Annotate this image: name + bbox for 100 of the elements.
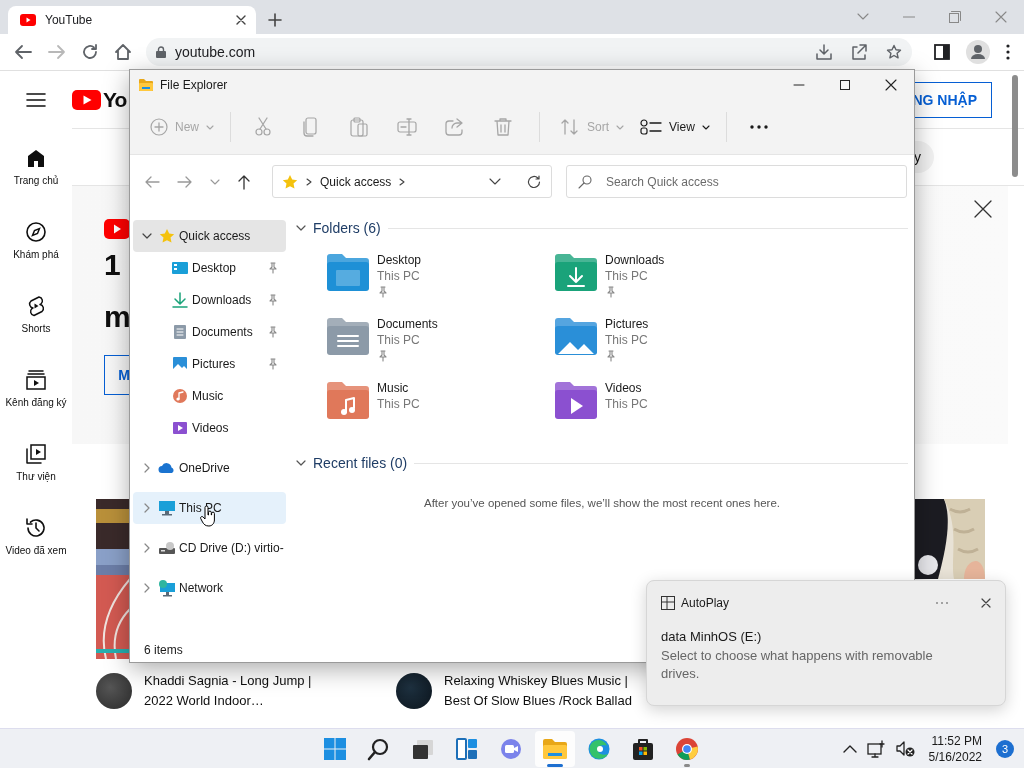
menu-icon[interactable] <box>1006 44 1010 60</box>
library-icon <box>24 442 48 466</box>
nav-item[interactable]: Pictures <box>133 348 286 380</box>
close-icon[interactable] <box>974 200 992 218</box>
network-icon <box>158 579 176 597</box>
nav-item[interactable]: Videos <box>133 412 286 444</box>
close-icon[interactable] <box>236 15 246 25</box>
clock-date[interactable]: 5/16/2022 <box>928 748 982 765</box>
lock-icon <box>156 46 166 58</box>
scrollbar[interactable] <box>1012 75 1018 177</box>
folder-icon <box>554 316 598 356</box>
banner-heading: 1 <box>104 247 122 283</box>
folder-location: This PC <box>377 268 421 284</box>
refresh-icon[interactable] <box>527 174 541 189</box>
pin-icon <box>268 294 278 306</box>
address-bar[interactable]: youtube.com <box>146 38 912 66</box>
section-header[interactable]: Recent files (0) <box>296 455 408 471</box>
sort-icon <box>560 118 580 136</box>
pin-icon <box>268 358 278 370</box>
folder-location: This PC <box>605 332 649 348</box>
nav-item[interactable]: Quick access <box>133 220 286 252</box>
menu-icon[interactable] <box>26 91 46 108</box>
download-icon[interactable] <box>816 44 832 60</box>
chevron-right-icon[interactable] <box>399 177 406 186</box>
profile-icon[interactable] <box>966 40 990 64</box>
folder-icon <box>138 78 154 92</box>
folder-name[interactable]: Pictures <box>605 316 649 332</box>
nav-item[interactable]: Documents <box>133 316 286 348</box>
sidebar-item[interactable]: Shorts <box>21 323 51 334</box>
close-icon[interactable] <box>981 598 991 608</box>
breadcrumb[interactable]: Quick access <box>320 174 392 189</box>
browser-tab[interactable]: YouTube <box>8 6 256 34</box>
widgets-icon <box>455 737 479 761</box>
star-icon[interactable] <box>886 44 902 60</box>
task-view-icon <box>411 737 435 761</box>
back-icon[interactable] <box>14 44 32 60</box>
folder-name[interactable]: Downloads <box>605 252 665 268</box>
logo-text[interactable]: Yo <box>103 87 127 112</box>
folder-location: This PC <box>605 396 648 412</box>
video-logo-icon <box>20 14 36 26</box>
document-icon <box>173 324 187 340</box>
chevron-down-icon[interactable] <box>489 178 501 185</box>
folder-name[interactable]: Videos <box>605 380 648 396</box>
music-icon <box>172 388 188 404</box>
star-icon <box>159 228 175 244</box>
channel-avatar[interactable] <box>396 673 432 709</box>
picture-icon <box>172 356 188 372</box>
sidebar-item[interactable]: Video đã xem <box>5 545 67 556</box>
subscriptions-icon <box>24 368 48 392</box>
nav-item[interactable]: OneDrive <box>133 452 286 484</box>
swirl-icon <box>587 737 611 761</box>
chevron-down-icon <box>296 460 306 466</box>
section-header[interactable]: Folders (6) <box>296 220 381 236</box>
chevron-right-icon <box>306 177 312 186</box>
folder-icon <box>554 380 598 420</box>
pin-icon <box>268 262 278 274</box>
chevron-down-icon[interactable] <box>142 231 152 241</box>
share-icon[interactable] <box>851 44 867 60</box>
toolbar-button[interactable]: View <box>632 110 718 144</box>
folder-name[interactable]: Documents <box>377 316 438 332</box>
side-panel-icon[interactable] <box>934 44 950 60</box>
toast-message: Select to choose what happens with removable drives. <box>661 647 934 683</box>
windows-icon <box>323 737 347 761</box>
star-icon <box>282 173 298 190</box>
sidebar-item[interactable]: Kênh đăng ký <box>5 397 67 408</box>
restore-icon[interactable] <box>949 11 961 23</box>
network-icon[interactable] <box>866 739 885 758</box>
clock-time[interactable]: 11:52 PM <box>931 732 982 749</box>
sidebar-item[interactable]: Thư viện <box>16 471 56 482</box>
chevron-down-icon <box>296 225 306 231</box>
folder-name[interactable]: Desktop <box>377 252 422 268</box>
notification-badge[interactable]: 3 <box>996 739 1014 758</box>
up-icon[interactable] <box>237 173 251 190</box>
play-logo-icon[interactable] <box>72 89 101 110</box>
caret-icon <box>616 124 625 130</box>
folder-icon <box>326 316 370 356</box>
address-bar[interactable]: Quick access <box>272 165 552 198</box>
nav-item[interactable]: Desktop <box>133 252 286 284</box>
video-title[interactable]: Relaxing Whiskey Blues Music | Best Of Slow Blues /Rock Ballad <box>444 671 632 711</box>
video-icon <box>172 420 188 436</box>
drive-icon <box>158 541 176 555</box>
sidebar-item[interactable]: Khám phá <box>13 249 59 260</box>
nav-item[interactable]: Downloads <box>133 284 286 316</box>
nav-item[interactable]: CD Drive (D:) virtio- <box>133 532 286 564</box>
nav-item[interactable]: Music <box>133 380 286 412</box>
sidebar-item[interactable]: Trang chủ <box>13 175 59 186</box>
channel-avatar[interactable] <box>96 673 132 709</box>
search-field[interactable]: Search Quick access <box>566 165 907 198</box>
plus-icon[interactable] <box>268 13 282 27</box>
forward-icon[interactable] <box>177 174 193 189</box>
back-icon[interactable] <box>144 174 160 189</box>
folder-name[interactable]: Music <box>377 380 420 396</box>
reload-icon[interactable] <box>82 44 98 60</box>
view-icon <box>640 119 663 135</box>
video-title[interactable]: Khaddi Sagnia - Long Jump | 2022 World Indoor… <box>144 671 312 711</box>
muted-speaker-icon[interactable] <box>894 739 915 758</box>
notification-toast[interactable]: AutoPlay data MinhOS (E:) Select to choose what happens with removable drives. <box>646 580 1006 706</box>
home-icon[interactable] <box>114 43 132 61</box>
chevron-up-icon[interactable] <box>842 744 857 753</box>
nav-item[interactable]: Network <box>133 572 286 604</box>
